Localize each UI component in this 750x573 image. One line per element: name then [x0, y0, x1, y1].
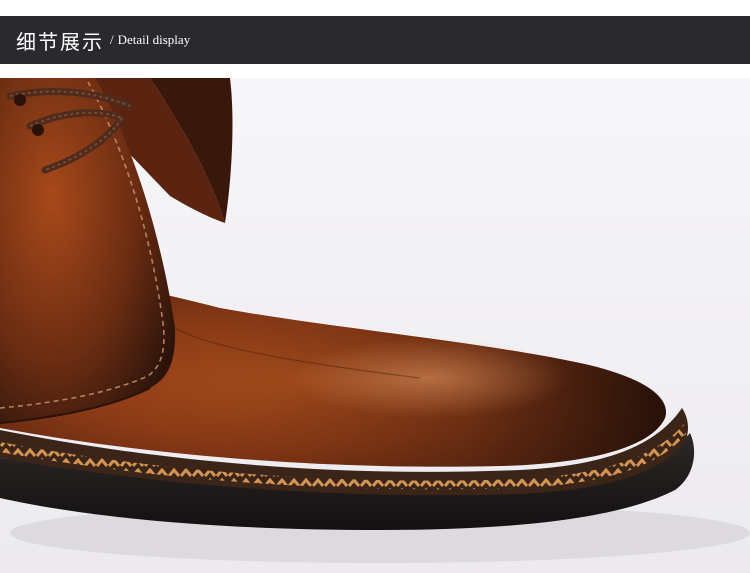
eyelet-icon — [32, 124, 44, 136]
boot-illustration — [0, 78, 750, 573]
title-separator: / — [110, 32, 114, 47]
section-title-en: Detail display — [117, 32, 191, 47]
leather-sheen — [290, 338, 570, 418]
section-header: 细节展示 / Detail display — [0, 16, 750, 64]
product-detail-photo — [0, 78, 750, 573]
section-title-cn: 细节展示 — [16, 29, 104, 54]
eyelet-icon — [14, 94, 26, 106]
